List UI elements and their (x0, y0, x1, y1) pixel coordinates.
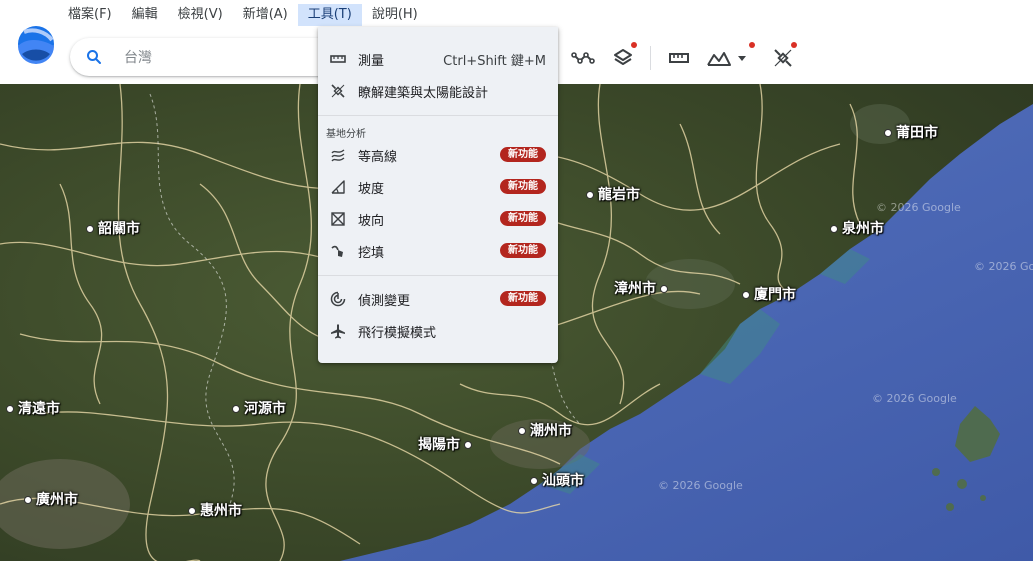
city-label-shantou: 汕頭市 (526, 470, 584, 490)
tools-dropdown-menu: 測量 Ctrl+Shift 鍵+M 瞭解建築與太陽能設計 基地分析 等高線 新功… (318, 27, 558, 363)
city-label-huizhou: 惠州市 (184, 500, 242, 520)
city-pin-icon (830, 225, 838, 233)
menu-item-label: 瞭解建築與太陽能設計 (358, 86, 489, 101)
airplane-icon (331, 324, 345, 339)
menu-item-aspect[interactable]: 坡向 新功能 (318, 205, 558, 233)
new-feature-badge: 新功能 (500, 291, 546, 306)
google-earth-logo-icon[interactable] (16, 24, 56, 64)
menu-edit[interactable]: 編輯 (122, 4, 168, 26)
menu-item-label: 測量 (358, 54, 385, 69)
satellite-button[interactable] (769, 42, 797, 72)
notification-dot (631, 42, 637, 48)
map-watermark: © 2026 Google (974, 260, 1033, 273)
terrain-icon (707, 52, 746, 66)
aspect-icon (331, 212, 345, 226)
menu-item-slope[interactable]: 坡度 新功能 (318, 173, 558, 201)
contour-icon (331, 149, 345, 162)
city-pin-icon (586, 191, 594, 199)
ruler-icon (330, 55, 346, 63)
menu-item-solar-design[interactable]: 瞭解建築與太陽能設計 (318, 77, 558, 105)
chevron-down-icon (738, 56, 746, 61)
menu-item-change-detection[interactable]: 偵測變更 新功能 (318, 285, 558, 313)
city-pin-icon (24, 496, 32, 504)
new-feature-badge: 新功能 (500, 243, 546, 258)
keyboard-shortcut: Ctrl+Shift 鍵+M (443, 54, 546, 69)
city-label-shaoguan: 韶關市 (82, 218, 140, 238)
menu-item-label: 偵測變更 (358, 294, 411, 309)
city-label-heyuan: 河源市 (228, 398, 286, 418)
city-label-qingyuan: 清遠市 (2, 398, 60, 418)
map-watermark: © 2026 Google (876, 201, 961, 214)
city-label-guangzhou: 廣州市 (20, 489, 78, 509)
cut-fill-icon (331, 245, 343, 257)
menu-item-flight-simulator[interactable]: 飛行模擬模式 (318, 317, 558, 345)
new-feature-badge: 新功能 (500, 211, 546, 226)
menu-item-label: 飛行模擬模式 (358, 326, 437, 341)
search-icon[interactable] (86, 49, 102, 65)
city-pin-icon (742, 291, 750, 299)
map-watermark: © 2026 Google (872, 392, 957, 405)
menu-file[interactable]: 檔案(F) (58, 4, 122, 26)
city-label-longyan: 龍岩市 (582, 184, 640, 204)
menu-add[interactable]: 新增(A) (233, 4, 298, 26)
city-label-zhangzhou: 漳州市 (614, 278, 672, 298)
menu-view[interactable]: 檢視(V) (168, 4, 233, 26)
satellite-icon (774, 49, 792, 67)
menu-tools[interactable]: 工具(T) (297, 4, 362, 26)
city-pin-icon (6, 405, 14, 413)
city-pin-icon (464, 441, 472, 449)
menu-item-label: 坡度 (358, 182, 385, 197)
city-pin-icon (530, 477, 538, 485)
menu-item-label: 等高線 (358, 150, 398, 165)
menu-bar: 檔案(F) 編輯 檢視(V) 新增(A) 工具(T) 說明(H) (58, 4, 428, 26)
menu-item-measure[interactable]: 測量 Ctrl+Shift 鍵+M (318, 45, 558, 73)
menu-item-label: 挖填 (358, 246, 385, 261)
map-watermark: © 2026 Google (658, 479, 743, 492)
city-pin-icon (660, 285, 668, 293)
city-pin-icon (518, 427, 526, 435)
search-box[interactable] (70, 38, 340, 76)
city-label-jieyang: 揭陽市 (418, 434, 476, 454)
search-input[interactable] (122, 47, 326, 69)
slope-icon (331, 180, 345, 194)
menu-item-label: 坡向 (358, 214, 385, 229)
new-feature-badge: 新功能 (500, 179, 546, 194)
menu-item-cut-fill[interactable]: 挖填 新功能 (318, 237, 558, 265)
layers-button[interactable] (609, 42, 637, 72)
new-feature-badge: 新功能 (500, 147, 546, 162)
menu-item-contour[interactable]: 等高線 新功能 (318, 141, 558, 169)
ruler-icon (669, 53, 689, 63)
city-label-xiamen: 廈門市 (738, 284, 796, 304)
city-pin-icon (86, 225, 94, 233)
ruler-button[interactable] (665, 44, 693, 72)
city-pin-icon (232, 405, 240, 413)
menu-divider (318, 275, 558, 276)
city-pin-icon (188, 507, 196, 515)
menu-section-label: 基地分析 (326, 129, 366, 140)
menu-divider (318, 115, 558, 116)
change-detection-icon (330, 291, 346, 307)
path-button[interactable] (569, 44, 597, 72)
toolbar-divider (650, 46, 651, 70)
solar-icon (331, 84, 345, 98)
city-pin-icon (884, 129, 892, 137)
city-label-quanzhou: 泉州市 (826, 218, 884, 238)
layers-icon (614, 49, 632, 65)
notification-dot (791, 42, 797, 48)
terrain-button[interactable] (703, 42, 755, 72)
notification-dot (749, 42, 755, 48)
menu-help[interactable]: 說明(H) (362, 4, 428, 26)
city-label-putian: 莆田市 (880, 122, 938, 142)
path-icon (571, 52, 595, 64)
city-label-chaozhou: 潮州市 (514, 420, 572, 440)
